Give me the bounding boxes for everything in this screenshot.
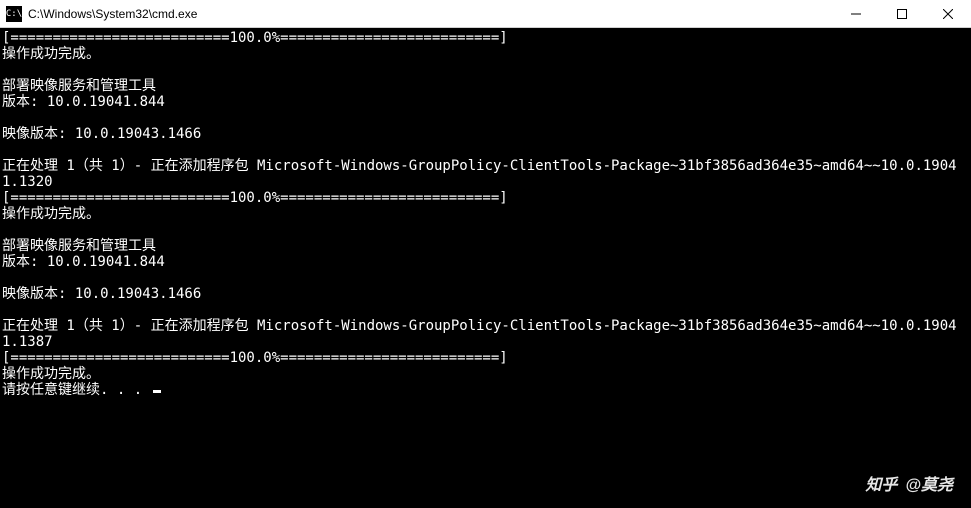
maximize-button[interactable] [879, 0, 925, 28]
window-titlebar: C:\ C:\Windows\System32\cmd.exe [0, 0, 971, 28]
console-output[interactable]: [==========================100.0%=======… [0, 28, 971, 508]
window-controls [833, 0, 971, 27]
minimize-button[interactable] [833, 0, 879, 28]
window-title: C:\Windows\System32\cmd.exe [28, 7, 833, 21]
zhihu-logo: 知乎 [865, 478, 897, 494]
close-button[interactable] [925, 0, 971, 28]
watermark: 知乎 @莫尧 [865, 478, 953, 494]
cursor [153, 390, 161, 393]
watermark-author: @莫尧 [905, 478, 953, 494]
console-text: [==========================100.0%=======… [2, 30, 957, 398]
cmd-icon: C:\ [6, 6, 22, 22]
